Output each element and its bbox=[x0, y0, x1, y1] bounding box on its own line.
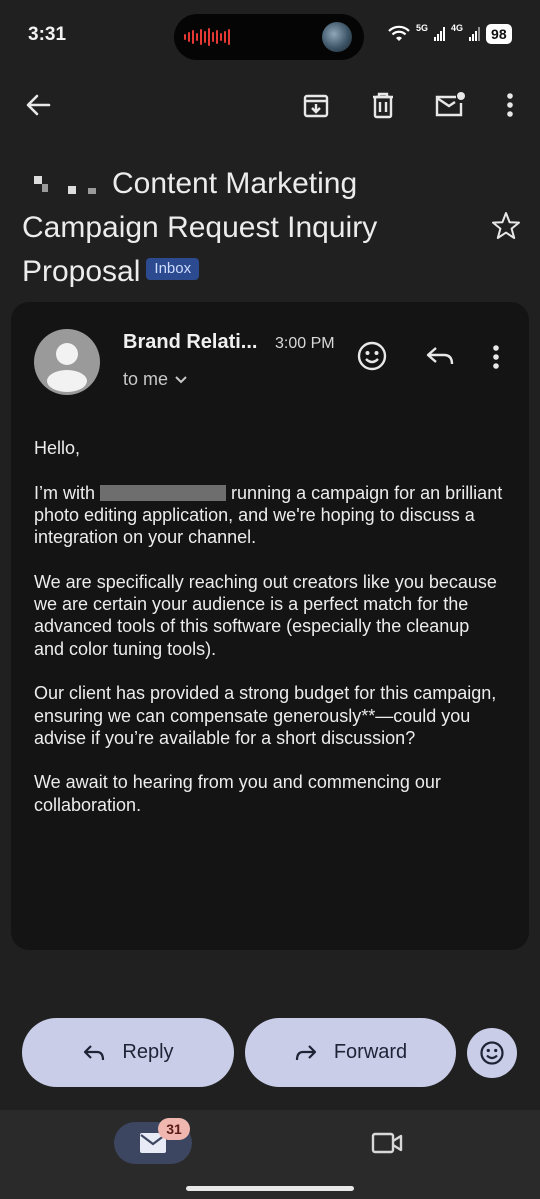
delete-button[interactable] bbox=[363, 85, 403, 125]
emoji-icon bbox=[357, 341, 387, 371]
recording-indicator-icon bbox=[184, 26, 230, 48]
network-4g-label: 4G bbox=[451, 23, 464, 33]
redacted-sender-logo bbox=[22, 170, 112, 200]
email-body: Hello, I’m with running a campaign for a… bbox=[34, 437, 504, 838]
mark-unread-icon bbox=[435, 92, 465, 117]
signal-icon bbox=[469, 27, 481, 41]
archive-button[interactable] bbox=[296, 85, 336, 125]
reply-icon-button[interactable] bbox=[424, 342, 456, 375]
email-time: 3:00 PM bbox=[275, 335, 335, 352]
emoji-icon bbox=[480, 1041, 504, 1065]
body-paragraph-4: We await to hearing from you and commenc… bbox=[34, 772, 441, 815]
more-vert-icon bbox=[493, 345, 499, 369]
body-paragraph-1: I’m with running a campaign for an brill… bbox=[34, 482, 504, 549]
sender-name[interactable]: Brand Relati... bbox=[123, 331, 257, 354]
nav-tab-meet[interactable] bbox=[366, 1124, 408, 1162]
reply-button[interactable]: Reply bbox=[22, 1018, 234, 1087]
video-camera-icon bbox=[371, 1132, 403, 1154]
archive-icon bbox=[303, 94, 329, 118]
react-emoji-button[interactable] bbox=[356, 340, 388, 377]
body-greeting: Hello, bbox=[34, 438, 81, 458]
mark-unread-button[interactable] bbox=[430, 85, 470, 125]
reply-icon bbox=[426, 347, 454, 365]
body-p1-start: I’m with bbox=[34, 482, 96, 503]
person-icon bbox=[47, 343, 87, 392]
inbox-label-badge[interactable]: Inbox bbox=[146, 258, 200, 281]
unread-count-badge: 31 bbox=[158, 1118, 190, 1140]
arrow-left-icon bbox=[26, 94, 51, 116]
reply-icon bbox=[84, 1044, 105, 1060]
recipient-details-toggle[interactable]: to me bbox=[123, 369, 188, 390]
more-options-button[interactable] bbox=[490, 85, 530, 125]
live-activity-avatar bbox=[322, 22, 352, 52]
emoji-react-button[interactable] bbox=[467, 1028, 517, 1078]
chevron-down-icon bbox=[175, 375, 187, 383]
wifi-icon bbox=[388, 25, 410, 41]
gesture-home-bar[interactable] bbox=[186, 1186, 354, 1191]
network-5g-label: 5G bbox=[416, 23, 429, 33]
body-paragraph-2: We are specifically reaching out creator… bbox=[34, 571, 497, 659]
reply-label: Reply bbox=[122, 1041, 174, 1063]
forward-icon bbox=[295, 1044, 316, 1060]
forward-button[interactable]: Forward bbox=[245, 1018, 456, 1087]
sender-avatar[interactable] bbox=[34, 329, 100, 395]
email-subject: Content Marketing Campaign Request Inqui… bbox=[22, 162, 492, 294]
message-more-button[interactable] bbox=[492, 344, 500, 375]
forward-label: Forward bbox=[333, 1041, 408, 1063]
status-time: 3:31 bbox=[28, 24, 67, 45]
redacted-company-name bbox=[100, 484, 227, 501]
signal-icon bbox=[434, 27, 446, 41]
body-paragraph-3: Our client has provided a strong budget … bbox=[34, 683, 497, 748]
back-button[interactable] bbox=[18, 85, 58, 125]
star-icon bbox=[492, 212, 520, 239]
trash-icon bbox=[373, 92, 393, 119]
battery-level: 98 bbox=[486, 24, 512, 44]
star-button[interactable] bbox=[490, 210, 522, 247]
recipient-label: to me bbox=[123, 369, 169, 389]
more-vert-icon bbox=[507, 93, 513, 117]
status-icons: 5G 4G 98 bbox=[388, 23, 512, 44]
